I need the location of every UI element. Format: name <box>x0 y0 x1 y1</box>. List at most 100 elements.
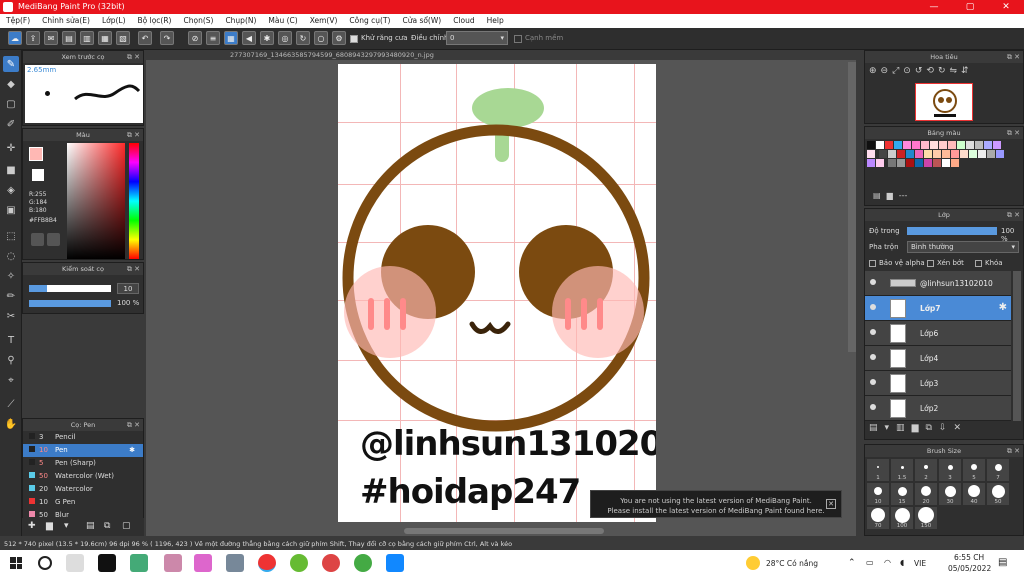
layer-item[interactable]: Lớp4 <box>865 346 1011 371</box>
grid-toggle-icon[interactable]: ▦ <box>224 31 238 45</box>
menu-help[interactable]: Help <box>487 14 504 28</box>
panel-buttons[interactable]: ⧉ ✕ <box>127 129 140 141</box>
menu-snap[interactable]: Chụp(N) <box>225 14 256 28</box>
layer-item[interactable]: Lớp3 <box>865 371 1011 396</box>
layer-opacity-slider[interactable] <box>907 227 997 235</box>
layer-item[interactable]: Lớp6 <box>865 321 1011 346</box>
document-tab[interactable]: 277307169_134663585794599_68089432979934… <box>146 50 856 60</box>
move-tool-icon[interactable]: ✛ <box>3 140 19 156</box>
search-icon[interactable] <box>38 556 52 570</box>
new-halftone-icon[interactable]: ▥ <box>896 423 905 433</box>
snap-grid-icon[interactable]: ✱ <box>260 31 274 45</box>
undo-icon[interactable]: ↶ <box>138 31 152 45</box>
brush-size-grid[interactable]: 1 1.5 2 3 5 7 10 15 20 30 40 50 70 100 150 <box>867 459 1013 535</box>
upload-icon[interactable]: ⇪ <box>26 31 40 45</box>
alpha-lock-checkbox[interactable] <box>869 260 876 267</box>
menu-view[interactable]: Xem(V) <box>310 14 338 28</box>
select-tool-icon[interactable]: ⬚ <box>3 228 19 244</box>
app-icon[interactable] <box>290 554 308 572</box>
hand-tool-icon[interactable]: ✋ <box>3 416 19 432</box>
ellipse-snap-icon[interactable]: ○ <box>314 31 328 45</box>
eyedropper-icon[interactable]: ⌖ <box>3 372 19 388</box>
eye-icon[interactable] <box>870 329 876 335</box>
vertical-scrollbar[interactable] <box>848 62 856 352</box>
pen-tool-icon[interactable]: ⟋ <box>3 396 19 412</box>
size-value[interactable]: 10 <box>117 283 139 294</box>
delete-layer-icon[interactable]: ✕ <box>953 423 961 433</box>
brush-size-cell[interactable]: 3 <box>939 459 961 481</box>
clock-time[interactable]: 6:55 CH <box>954 553 984 562</box>
eye-icon[interactable] <box>870 279 876 285</box>
clock-date[interactable]: 05/05/2022 <box>948 564 991 573</box>
shape-tool-icon[interactable]: ▢ <box>3 96 19 112</box>
update-notice[interactable]: You are not using the latest version of … <box>590 490 842 518</box>
size-slider[interactable] <box>29 285 111 292</box>
close-icon[interactable]: ✕ <box>826 499 836 509</box>
perspective-icon[interactable]: ◀ <box>242 31 256 45</box>
copy-brush-icon[interactable]: ▤ <box>86 521 95 531</box>
panel-buttons[interactable]: ⧉ ✕ <box>127 263 140 275</box>
rotate-icon[interactable]: ↺ <box>915 66 923 80</box>
maximize-button[interactable]: ▢ <box>952 0 988 14</box>
minimize-button[interactable]: — <box>916 0 952 14</box>
deselect-icon[interactable]: ⊘ <box>188 31 202 45</box>
layer-folder-icon[interactable]: ▆ <box>912 423 919 433</box>
brush-size-cell[interactable]: 30 <box>939 483 961 505</box>
flip-icon[interactable]: ⇋ <box>949 66 957 80</box>
select-eraser-icon[interactable]: ✂ <box>3 308 19 324</box>
fill-shape-icon[interactable]: ■ <box>3 162 19 178</box>
brush-item[interactable]: 20 Watercolor <box>23 483 143 496</box>
menu-cloud[interactable]: Cloud <box>453 14 474 28</box>
hatch-icon[interactable]: ≡ <box>206 31 220 45</box>
eye-icon[interactable] <box>870 304 876 310</box>
clip-checkbox[interactable] <box>927 260 934 267</box>
brush-size-cell[interactable]: 150 <box>915 507 937 529</box>
volume-icon[interactable]: ◖ <box>900 558 904 567</box>
wifi-icon[interactable]: ◠ <box>884 558 891 567</box>
zoom-out-icon[interactable]: ⊖ <box>881 66 889 80</box>
chrome-icon[interactable] <box>354 554 372 572</box>
layer-item-selected[interactable]: Lớp7 ✱ <box>865 296 1011 321</box>
blend-mode-dropdown[interactable]: Bình thường ▾ <box>907 241 1019 253</box>
background-color[interactable] <box>32 169 44 181</box>
cloud-icon[interactable]: ☁ <box>8 31 22 45</box>
brush-size-cell[interactable]: 7 <box>987 459 1009 481</box>
rotate-reset-icon[interactable]: ⟲ <box>926 66 934 80</box>
opacity-slider[interactable] <box>29 300 111 307</box>
menu-tools[interactable]: Công cụ(T) <box>349 14 390 28</box>
tray-arrow-icon[interactable]: ⌃ <box>848 558 856 568</box>
fit-icon[interactable]: ⤢ <box>892 66 899 80</box>
add-brush-icon[interactable]: ✚ <box>28 521 36 531</box>
dot-tool-icon[interactable]: ✐ <box>3 116 19 132</box>
app-icon[interactable] <box>194 554 212 572</box>
brush-size-cell[interactable]: 20 <box>915 483 937 505</box>
start-icon[interactable] <box>10 557 22 569</box>
menu-window[interactable]: Cửa sổ(W) <box>402 14 441 28</box>
language-text[interactable]: VIE <box>914 559 926 568</box>
bucket-tool-icon[interactable]: ◈ <box>3 182 19 198</box>
weather-icon[interactable] <box>746 556 760 570</box>
chrome-icon[interactable] <box>322 554 340 572</box>
eye-icon[interactable] <box>870 354 876 360</box>
picker-icon[interactable] <box>47 233 60 246</box>
adjust-dropdown[interactable]: 0 ▾ <box>446 31 508 45</box>
palette-icon[interactable] <box>31 233 44 246</box>
brush-options-icon[interactable]: ▾ <box>64 521 69 531</box>
menu-file[interactable]: Tệp(F) <box>6 14 30 28</box>
menu-color[interactable]: Màu (C) <box>268 14 297 28</box>
app-icon[interactable] <box>164 554 182 572</box>
zalo-icon[interactable] <box>386 554 404 572</box>
lock-checkbox[interactable] <box>975 260 982 267</box>
app-icon[interactable] <box>130 554 148 572</box>
notification-icon[interactable]: ▤ <box>998 557 1007 568</box>
lasso-tool-icon[interactable]: ◌ <box>3 248 19 264</box>
flip-vertical-icon[interactable]: ⇵ <box>961 66 969 80</box>
delete-icon[interactable]: ▢ <box>122 521 131 531</box>
hue-slider[interactable] <box>129 143 139 259</box>
eraser-tool-icon[interactable]: ◆ <box>3 76 19 92</box>
copy-layer-icon[interactable]: ⧉ <box>925 423 931 433</box>
brush-size-cell[interactable]: 1.5 <box>891 459 913 481</box>
brush-size-cell[interactable]: 10 <box>867 483 889 505</box>
settings-snap-icon[interactable]: ⚙ <box>332 31 346 45</box>
weather-text[interactable]: 28°C Có nắng <box>766 559 818 568</box>
